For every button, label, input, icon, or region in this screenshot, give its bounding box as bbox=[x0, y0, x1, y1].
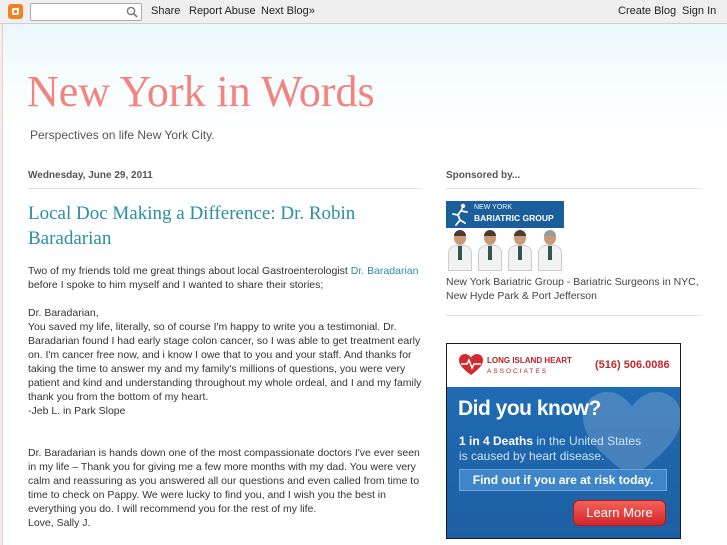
heart-ad-headline: Did you know? bbox=[458, 397, 601, 420]
report-abuse-link[interactable]: Report Abuse bbox=[189, 5, 256, 17]
letter2-body: Dr. Baradarian is hands down one of the … bbox=[28, 447, 420, 515]
letter1-signature: -Jeb L. in Park Slope bbox=[28, 405, 126, 417]
heart-ad-header: LONG ISLAND HEART ASSOCIATES (516) 506.0… bbox=[447, 344, 680, 387]
blog-description: Perspectives on life New York City. bbox=[30, 128, 215, 142]
search-field[interactable] bbox=[30, 3, 142, 21]
post-intro: Two of my friends told me great things a… bbox=[28, 264, 423, 292]
blogger-navbar: Share Report Abuse Next Blog» Create Blo… bbox=[0, 0, 727, 24]
date-divider bbox=[28, 188, 421, 189]
letter2-signature: Love, Sally J. bbox=[28, 517, 91, 529]
heart-ad-phone: (516) 506.0086 bbox=[595, 359, 670, 371]
doctor-photo bbox=[508, 229, 532, 271]
blog-page: New York in Words Perspectives on life N… bbox=[2, 24, 727, 545]
doctor-photo bbox=[448, 229, 472, 271]
baradarian-link[interactable]: Dr. Baradarian bbox=[351, 265, 419, 277]
sign-in-link[interactable]: Sign In bbox=[682, 5, 716, 17]
search-input[interactable] bbox=[34, 4, 126, 20]
heart-ad-body: Did you know? 1 in 4 Deaths in the Unite… bbox=[447, 387, 680, 538]
running-figure-icon bbox=[452, 203, 468, 226]
bariatric-ad-caption: New York Bariatric Group - Bariatric Sur… bbox=[446, 276, 699, 302]
bariatric-ad-line2: BARIATRIC GROUP bbox=[474, 213, 554, 223]
doctor-photo bbox=[538, 229, 562, 271]
heart-ad-stat-line2: is caused by heart disease. bbox=[459, 449, 605, 463]
next-blog-link[interactable]: Next Blog» bbox=[261, 5, 315, 17]
post-title[interactable]: Local Doc Making a Difference: Dr. Robin… bbox=[28, 201, 408, 251]
heart-logo-icon bbox=[459, 354, 483, 375]
share-link[interactable]: Share bbox=[151, 5, 180, 17]
learn-more-button[interactable]: Learn More bbox=[573, 500, 666, 526]
heart-ad-subname: ASSOCIATES bbox=[487, 368, 549, 375]
heart-ad-stat-rest: in the United States bbox=[533, 434, 642, 448]
blogger-logo-icon[interactable] bbox=[8, 4, 23, 19]
bariatric-ad-line1: NEW YORK bbox=[474, 204, 512, 211]
letter1-body: You saved my life, literally, so of cour… bbox=[28, 321, 422, 403]
post-date: Wednesday, June 29, 2011 bbox=[28, 170, 153, 181]
sidebar-heading: Sponsored by... bbox=[446, 170, 521, 181]
heart-ad-risk-cta[interactable]: Find out if you are at risk today. bbox=[459, 469, 667, 491]
sidebar-divider bbox=[446, 315, 701, 316]
post-body: Two of my friends told me great things a… bbox=[28, 264, 423, 530]
heart-associates-ad[interactable]: LONG ISLAND HEART ASSOCIATES (516) 506.0… bbox=[446, 343, 681, 539]
intro-text: Two of my friends told me great things a… bbox=[28, 265, 351, 277]
letter1-salutation: Dr. Baradarian, bbox=[28, 307, 99, 319]
bariatric-ad-banner: NEW YORK BARIATRIC GROUP bbox=[446, 201, 564, 228]
heart-ad-stat-bold: 1 in 4 Deaths bbox=[459, 434, 534, 448]
doctor-photo bbox=[478, 229, 502, 271]
heart-ad-name: LONG ISLAND HEART bbox=[487, 356, 572, 365]
bariatric-ad-image[interactable]: NEW YORK BARIATRIC GROUP bbox=[446, 201, 564, 271]
blog-title[interactable]: New York in Words bbox=[27, 66, 375, 117]
sidebar-divider bbox=[446, 188, 701, 189]
create-blog-link[interactable]: Create Blog bbox=[618, 5, 676, 17]
heart-ad-stat: 1 in 4 Deaths in the United States bbox=[459, 434, 641, 448]
intro-text-end: before I spoke to him myself and I wante… bbox=[28, 279, 324, 291]
search-icon[interactable] bbox=[126, 6, 138, 18]
